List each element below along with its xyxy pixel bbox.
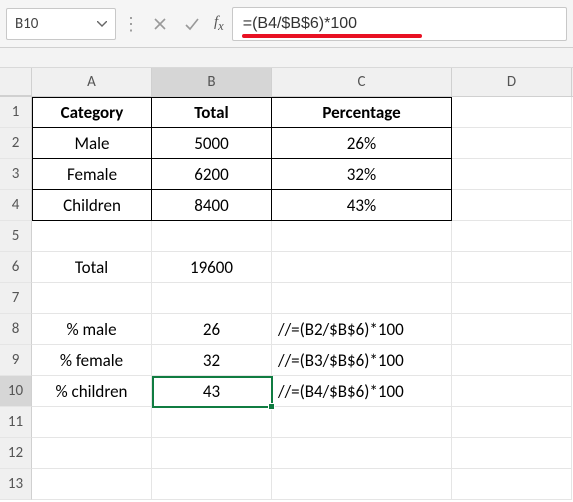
row-header-3[interactable]: 3: [0, 159, 32, 190]
formula-bar: B10 ⋮ fx: [0, 0, 573, 48]
cell-b10[interactable]: 43: [152, 376, 272, 407]
cell-c13[interactable]: [272, 469, 452, 500]
row-header-1[interactable]: 1: [0, 97, 32, 128]
name-box[interactable]: B10: [6, 8, 116, 40]
cell-c5[interactable]: [272, 221, 452, 252]
cell-a7[interactable]: [32, 283, 152, 314]
cell-d3[interactable]: [452, 159, 572, 190]
cell-c4[interactable]: 43%: [272, 190, 452, 221]
cell-c7[interactable]: [272, 283, 452, 314]
cell-b6[interactable]: 19600: [152, 252, 272, 283]
cell-d11[interactable]: [452, 407, 572, 438]
row-header-8[interactable]: 8: [0, 314, 32, 345]
cell-a10[interactable]: % children: [32, 376, 152, 407]
cell-d6[interactable]: [452, 252, 572, 283]
cell-c9[interactable]: //=(B3/$B$6)*100: [272, 345, 452, 376]
cell-d9[interactable]: [452, 345, 572, 376]
cell-d13[interactable]: [452, 469, 572, 500]
cell-a2[interactable]: Male: [32, 128, 152, 159]
col-header-d[interactable]: D: [452, 68, 572, 96]
cell-b7[interactable]: [152, 283, 272, 314]
cell-c12[interactable]: [272, 438, 452, 469]
cell-a1[interactable]: Category: [32, 97, 152, 128]
cell-d12[interactable]: [452, 438, 572, 469]
row-header-7[interactable]: 7: [0, 283, 32, 314]
cell-b5[interactable]: [152, 221, 272, 252]
cell-b8[interactable]: 26: [152, 314, 272, 345]
cell-a9[interactable]: % female: [32, 345, 152, 376]
cell-d5[interactable]: [452, 221, 572, 252]
cell-c11[interactable]: [272, 407, 452, 438]
cell-d8[interactable]: [452, 314, 572, 345]
col-header-b[interactable]: B: [152, 68, 272, 96]
cell-b9[interactable]: 32: [152, 345, 272, 376]
row-header-13[interactable]: 13: [0, 469, 32, 500]
col-header-c[interactable]: C: [272, 68, 452, 96]
name-box-value: B10: [15, 15, 38, 33]
cell-d7[interactable]: [452, 283, 572, 314]
cell-a4[interactable]: Children: [32, 190, 152, 221]
row-header-6[interactable]: 6: [0, 252, 32, 283]
select-all-corner[interactable]: [0, 68, 32, 96]
gap: [0, 48, 573, 68]
cell-a3[interactable]: Female: [32, 159, 152, 190]
cell-grid: Category Total Percentage Male 5000 26% …: [32, 97, 572, 500]
row-header-11[interactable]: 11: [0, 407, 32, 438]
fx-icon[interactable]: fx: [210, 14, 228, 34]
cell-a12[interactable]: [32, 438, 152, 469]
cell-b13[interactable]: [152, 469, 272, 500]
row-headers: 1 2 3 4 5 6 7 8 9 10 11 12 13: [0, 97, 32, 500]
divider-icon: ⋮: [120, 13, 142, 35]
cell-a13[interactable]: [32, 469, 152, 500]
cell-b1[interactable]: Total: [152, 97, 272, 128]
cell-c8[interactable]: //=(B2/$B$6)*100: [272, 314, 452, 345]
cell-b2[interactable]: 5000: [152, 128, 272, 159]
cell-a5[interactable]: [32, 221, 152, 252]
row-header-5[interactable]: 5: [0, 221, 32, 252]
row-header-4[interactable]: 4: [0, 190, 32, 221]
enter-button[interactable]: [178, 10, 206, 38]
cell-b4[interactable]: 8400: [152, 190, 272, 221]
column-headers: A B C D: [0, 68, 573, 97]
row-header-9[interactable]: 9: [0, 345, 32, 376]
cell-c10[interactable]: //=(B4/$B$6)*100: [272, 376, 452, 407]
cancel-button[interactable]: [146, 10, 174, 38]
formula-input-wrap: [232, 7, 567, 41]
cell-d2[interactable]: [452, 128, 572, 159]
row-header-12[interactable]: 12: [0, 438, 32, 469]
cell-a11[interactable]: [32, 407, 152, 438]
cell-c2[interactable]: 26%: [272, 128, 452, 159]
cell-c1[interactable]: Percentage: [272, 97, 452, 128]
cell-d4[interactable]: [452, 190, 572, 221]
cell-c3[interactable]: 32%: [272, 159, 452, 190]
cell-d1[interactable]: [452, 97, 572, 128]
col-header-a[interactable]: A: [32, 68, 152, 96]
chevron-down-icon[interactable]: [97, 17, 107, 30]
cell-d10[interactable]: [452, 376, 572, 407]
cell-b11[interactable]: [152, 407, 272, 438]
annotation-underline: [242, 34, 422, 38]
cell-a6[interactable]: Total: [32, 252, 152, 283]
cell-a8[interactable]: % male: [32, 314, 152, 345]
row-header-10[interactable]: 10: [0, 376, 32, 407]
cell-b12[interactable]: [152, 438, 272, 469]
cell-b3[interactable]: 6200: [152, 159, 272, 190]
cell-c6[interactable]: [272, 252, 452, 283]
row-header-2[interactable]: 2: [0, 128, 32, 159]
